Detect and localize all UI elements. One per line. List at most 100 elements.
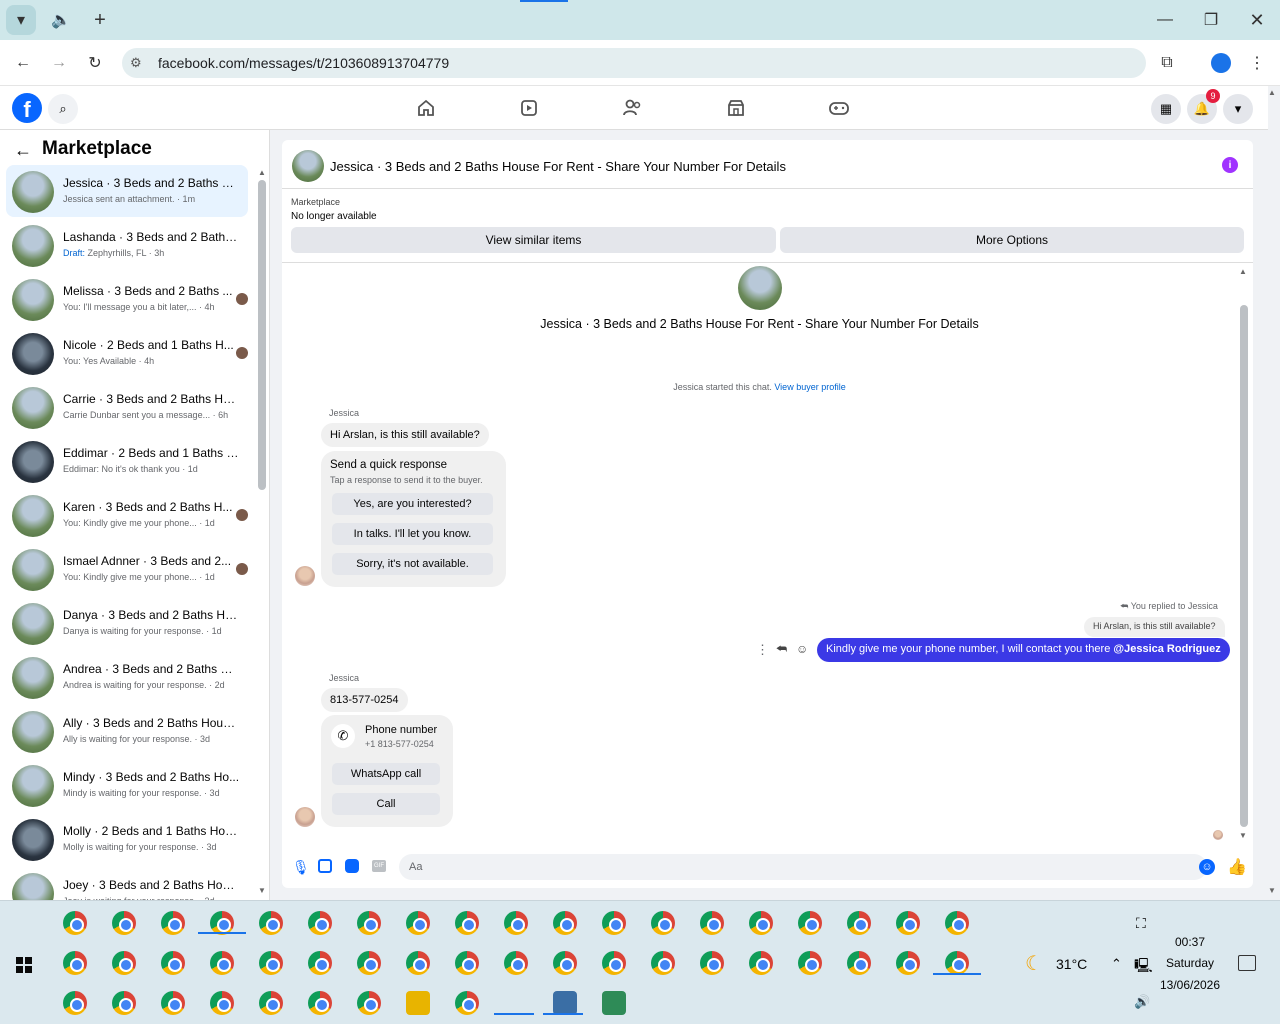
- chrome-taskbar-icon[interactable]: [798, 911, 822, 935]
- chrome-taskbar-icon[interactable]: [357, 991, 381, 1015]
- react-emoji-icon[interactable]: ☺: [796, 642, 808, 656]
- chrome-taskbar-icon[interactable]: [161, 991, 185, 1015]
- browser-menu-icon[interactable]: ⋮: [1242, 48, 1272, 78]
- friends-icon[interactable]: [620, 96, 644, 120]
- conversation-item[interactable]: Lashanda · 3 Beds and 2 Baths ... Draft: …: [6, 219, 248, 271]
- chrome-taskbar-icon[interactable]: [504, 951, 528, 975]
- jessica-avatar[interactable]: [295, 807, 315, 827]
- gaming-icon[interactable]: [827, 96, 851, 120]
- notification-center-icon[interactable]: [1238, 955, 1256, 971]
- menu-grid-icon[interactable]: ▦: [1151, 94, 1181, 124]
- jessica-avatar[interactable]: [295, 566, 315, 586]
- phone-message[interactable]: 813-577-0254: [321, 688, 408, 712]
- volume-icon[interactable]: 🔊: [1134, 994, 1150, 1010]
- chat-scroll-up-icon[interactable]: ▲: [1239, 267, 1247, 276]
- reply-icon[interactable]: ⮪: [776, 642, 787, 657]
- clock-day[interactable]: Saturday: [1155, 956, 1225, 970]
- new-tab-button[interactable]: +: [85, 5, 115, 35]
- conversation-item[interactable]: Ismael Adnner · 3 Beds and 2... You: Kind…: [6, 543, 248, 595]
- mention-text[interactable]: @Jessica Rodriguez: [1113, 643, 1220, 655]
- weather-moon-icon[interactable]: ☾: [1025, 951, 1043, 976]
- marketplace-icon[interactable]: [724, 96, 748, 120]
- listing-image[interactable]: [738, 266, 782, 310]
- gif-icon[interactable]: GIF: [372, 860, 386, 872]
- conversation-item[interactable]: Nicole · 2 Beds and 1 Baths H... You: Yes…: [6, 327, 248, 379]
- chrome-taskbar-icon[interactable]: [357, 951, 381, 975]
- like-thumb-icon[interactable]: 👍: [1227, 857, 1247, 877]
- chrome-taskbar-icon[interactable]: [455, 951, 479, 975]
- conversation-item[interactable]: Melissa · 3 Beds and 2 Baths ... You: I'l…: [6, 273, 248, 325]
- chrome-taskbar-icon[interactable]: [406, 911, 430, 935]
- conversation-item[interactable]: Mindy · 3 Beds and 2 Baths Ho... Mindy is…: [6, 759, 248, 811]
- list-scrollbar[interactable]: [258, 180, 266, 490]
- chrome-taskbar-icon[interactable]: [602, 911, 626, 935]
- forward-button[interactable]: →: [44, 48, 74, 78]
- chrome-taskbar-icon[interactable]: [112, 911, 136, 935]
- network-icon[interactable]: 🖳: [1134, 955, 1153, 979]
- chrome-taskbar-icon[interactable]: [112, 951, 136, 975]
- quoted-message[interactable]: Hi Arslan, is this still available?: [1084, 617, 1225, 637]
- chrome-taskbar-icon[interactable]: [112, 991, 136, 1015]
- chrome-taskbar-icon[interactable]: [259, 951, 283, 975]
- chrome-taskbar-icon[interactable]: [308, 951, 332, 975]
- close-window-button[interactable]: ✕: [1242, 5, 1272, 35]
- search-icon[interactable]: ⌕: [48, 94, 78, 124]
- quick-response-option[interactable]: Sorry, it's not available.: [332, 553, 493, 575]
- more-options-button[interactable]: More Options: [780, 227, 1244, 253]
- presentation-app-icon[interactable]: [553, 991, 577, 1015]
- chrome-taskbar-icon[interactable]: [945, 951, 969, 975]
- page-scroll-down-icon[interactable]: ▼: [1268, 886, 1276, 895]
- chat-header-title[interactable]: Jessica · 3 Beds and 2 Baths House For R…: [330, 159, 786, 174]
- ix-app-icon[interactable]: [406, 991, 430, 1015]
- more-actions-icon[interactable]: ⋮: [756, 642, 769, 658]
- conversation-item[interactable]: Molly · 2 Beds and 1 Baths Hou... Molly i…: [6, 813, 248, 865]
- conversation-item[interactable]: Eddimar · 2 Beds and 1 Baths H... Eddimar…: [6, 435, 248, 487]
- chrome-taskbar-icon[interactable]: [651, 951, 675, 975]
- conversation-item[interactable]: Ally · 3 Beds and 2 Baths House... Ally i…: [6, 705, 248, 757]
- chrome-taskbar-icon[interactable]: [63, 951, 87, 975]
- home-icon[interactable]: [414, 96, 438, 120]
- minimize-button[interactable]: —: [1150, 5, 1180, 35]
- chrome-taskbar-icon[interactable]: [602, 951, 626, 975]
- info-icon[interactable]: i: [1222, 157, 1238, 173]
- chrome-taskbar-icon[interactable]: [945, 911, 969, 935]
- chrome-taskbar-icon[interactable]: [553, 951, 577, 975]
- conversation-item[interactable]: Jessica · 3 Beds and 2 Baths Ho... Jessic…: [6, 165, 248, 217]
- chrome-taskbar-icon[interactable]: [896, 951, 920, 975]
- outgoing-message[interactable]: Kindly give me your phone number, I will…: [817, 638, 1230, 662]
- tray-chevron-icon[interactable]: ⌃: [1111, 956, 1122, 972]
- view-buyer-profile-link[interactable]: View buyer profile: [774, 382, 845, 392]
- chrome-taskbar-icon[interactable]: [749, 951, 773, 975]
- chrome-taskbar-icon[interactable]: [308, 991, 332, 1015]
- call-button[interactable]: Call: [332, 793, 440, 815]
- restore-button[interactable]: ❐: [1196, 5, 1226, 35]
- scroll-down-icon[interactable]: ▼: [258, 886, 266, 895]
- weather-temp[interactable]: 31°C: [1056, 956, 1087, 972]
- quick-response-option[interactable]: In talks. I'll let you know.: [332, 523, 493, 545]
- account-chevron-icon[interactable]: ▾: [1223, 94, 1253, 124]
- emoji-icon[interactable]: ☺: [1199, 859, 1215, 875]
- page-scroll-up-icon[interactable]: ▲: [1268, 88, 1276, 97]
- back-arrow-icon[interactable]: ←: [14, 140, 32, 161]
- clock-time[interactable]: 00:37: [1160, 935, 1220, 949]
- site-info-icon[interactable]: ⚙: [130, 55, 142, 71]
- windows-start-icon[interactable]: [16, 957, 32, 973]
- chrome-taskbar-icon[interactable]: [553, 911, 577, 935]
- conversation-item[interactable]: Carrie · 3 Beds and 2 Baths Hou... Carrie…: [6, 381, 248, 433]
- chrome-taskbar-icon[interactable]: [259, 911, 283, 935]
- chrome-taskbar-icon[interactable]: [308, 911, 332, 935]
- chart-app-icon[interactable]: [602, 991, 626, 1015]
- chrome-taskbar-icon[interactable]: [161, 911, 185, 935]
- device-icon[interactable]: ⛶: [1136, 915, 1146, 932]
- quick-response-option[interactable]: Yes, are you interested?: [332, 493, 493, 515]
- chrome-taskbar-icon[interactable]: [259, 991, 283, 1015]
- profile-avatar[interactable]: [1206, 48, 1236, 78]
- listing-thumbnail[interactable]: [292, 150, 324, 182]
- chrome-taskbar-icon[interactable]: [357, 911, 381, 935]
- chrome-taskbar-icon[interactable]: [63, 991, 87, 1015]
- chrome-taskbar-icon[interactable]: [406, 951, 430, 975]
- chrome-taskbar-icon[interactable]: [749, 911, 773, 935]
- video-icon[interactable]: [517, 96, 541, 120]
- back-button[interactable]: ←: [8, 48, 38, 78]
- chrome-taskbar-icon[interactable]: [504, 911, 528, 935]
